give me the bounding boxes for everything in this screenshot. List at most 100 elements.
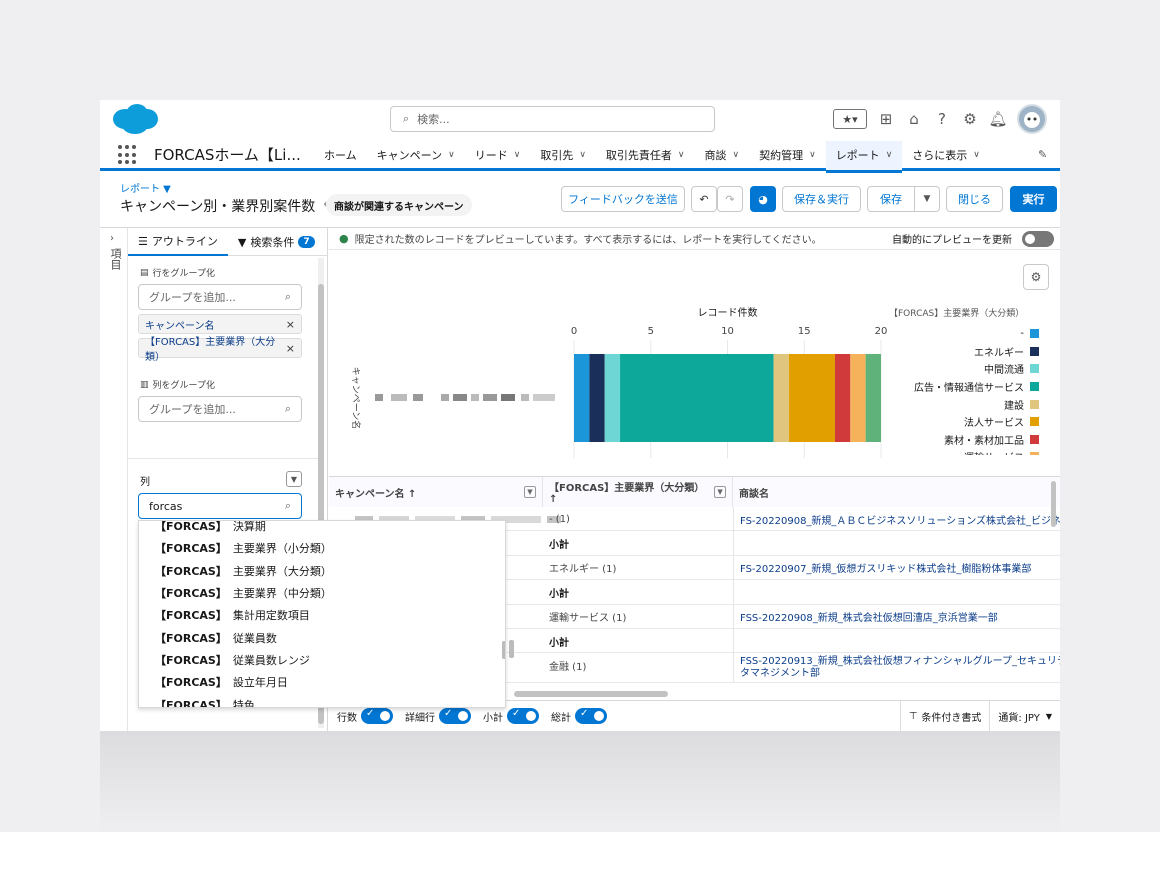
dropdown-option[interactable]: 【FORCAS】 主要業界（小分類）	[139, 537, 505, 559]
save-button[interactable]: 保存	[867, 186, 915, 212]
table-horizontal-scrollbar[interactable]	[514, 691, 668, 697]
columns-search-value: forcas	[149, 499, 183, 513]
dropdown-option[interactable]: 【FORCAS】 従業員数レンジ	[139, 649, 505, 671]
remove-x-icon[interactable]: ×	[286, 342, 295, 355]
grand-total-toggle[interactable]	[575, 708, 607, 724]
stacked-bar-chart: レコード件数 0 5 10 15 20 キャンペーン名	[350, 306, 887, 458]
legend-item[interactable]: 法人サービス	[889, 413, 1039, 431]
user-avatar[interactable]	[1017, 104, 1047, 134]
legend-item[interactable]: 中間流通	[889, 360, 1039, 378]
dropdown-option[interactable]: 【FORCAS】 特色	[139, 693, 505, 707]
redacted-category-label	[375, 394, 383, 401]
dropdown-option[interactable]: 【FORCAS】 主要業界（大分類）	[139, 560, 505, 582]
nav-item[interactable]: 取引先 ∨	[530, 139, 596, 171]
redacted-category-label	[413, 394, 423, 401]
deal-cell[interactable]: FSS-20220913_新規_株式会社仮想フィナンシャルグループ_セキュリテタ…	[733, 653, 1060, 684]
global-search-input[interactable]: ⌕ 検索...	[390, 106, 715, 132]
trailhead-icon[interactable]: ⌂	[905, 110, 923, 128]
table-scrollbar[interactable]	[1051, 481, 1056, 527]
industry-cell: 小計	[549, 539, 569, 551]
chevron-down-icon[interactable]: ∨	[678, 150, 685, 160]
nav-item[interactable]: 契約管理 ∨	[749, 139, 826, 171]
tab-outline[interactable]: ☰ アウトライン	[128, 228, 228, 256]
dropdown-option[interactable]: 【FORCAS】 決算期	[139, 521, 505, 537]
column-menu-icon[interactable]: ▼	[524, 486, 536, 498]
global-add-icon[interactable]: ⊞	[877, 110, 895, 128]
app-launcher-icon[interactable]	[118, 145, 138, 165]
save-menu-chevron-icon[interactable]: ▼	[914, 186, 940, 212]
dropdown-scrollbar[interactable]	[502, 641, 505, 659]
dropdown-option[interactable]: 【FORCAS】 主要業界（中分類）	[139, 582, 505, 604]
detail-rows-toggle[interactable]	[439, 708, 471, 724]
dropdown-option[interactable]: 【FORCAS】 従業員数	[139, 626, 505, 648]
remove-x-icon[interactable]: ×	[286, 318, 295, 331]
group-cols-input[interactable]: グループを追加... ⌕	[138, 396, 302, 422]
close-button[interactable]: 閉じる	[946, 186, 1003, 212]
dropdown-option[interactable]: 【FORCAS】 集計用定数項目	[139, 604, 505, 626]
chevron-down-icon[interactable]: ∨	[579, 150, 586, 160]
nav-item[interactable]: 商談 ∨	[695, 139, 750, 171]
chart-settings-gear-icon[interactable]: ⚙	[1023, 264, 1049, 290]
chart-toggle-icon[interactable]: ◕	[750, 186, 776, 212]
nav-item[interactable]: 取引先責任者 ∨	[596, 139, 695, 171]
legend-item[interactable]: 建設	[889, 395, 1039, 413]
nav-item-label: レポート	[835, 149, 880, 162]
deal-cell[interactable]: FS-20220907_新規_仮想ガスリキッド株式会社_樹脂粉体事業部	[733, 555, 1060, 580]
save-and-run-button[interactable]: 保存＆実行	[782, 186, 861, 212]
nav-item[interactable]: リード ∨	[465, 139, 531, 171]
currency-label: 通貨: JPY	[998, 712, 1040, 724]
chevron-down-icon[interactable]: ∨	[973, 150, 980, 160]
chevron-down-icon[interactable]: ∨	[886, 150, 893, 160]
option-name: 設立年月日	[232, 676, 288, 690]
dropdown-outer-scrollbar[interactable]	[509, 640, 514, 658]
legend-item[interactable]: -	[889, 325, 1039, 343]
help-icon[interactable]: ?	[933, 110, 951, 128]
option-prefix: 【FORCAS】	[155, 542, 227, 556]
column-menu-icon[interactable]: ▼	[714, 486, 726, 498]
favorites-star-icon[interactable]: ★▾	[833, 109, 867, 129]
legend-item[interactable]: 広告・情報通信サービス	[889, 378, 1039, 396]
notifications-bell-icon[interactable]: 🔔︎	[988, 110, 1007, 128]
row-group-pill[interactable]: 【FORCAS】主要業界（大分類） ×	[138, 337, 302, 363]
nav-item[interactable]: さらに表示 ∨	[902, 139, 990, 171]
setup-gear-icon[interactable]: ⚙	[961, 110, 979, 128]
nav-item[interactable]: キャンペーン ∨	[367, 139, 465, 171]
fields-vertical-tab[interactable]: › 項目	[100, 228, 128, 731]
nav-item[interactable]: レポート ∨	[825, 140, 903, 173]
salesforce-logo-icon[interactable]	[111, 102, 159, 136]
deal-cell[interactable]: FS-20220908_新規_ＡＢＣビジネスソリューションズ株式会社_ビジネ	[733, 507, 1060, 531]
group-rows-input[interactable]: グループを追加... ⌕	[138, 284, 302, 310]
redo-icon[interactable]: ↷	[717, 186, 743, 212]
dropdown-option[interactable]: 【FORCAS】 設立年月日	[139, 671, 505, 693]
expand-chevron-icon[interactable]: ›	[110, 233, 114, 244]
row-counts-toggle[interactable]	[361, 708, 393, 724]
footer-toggle-label: 詳細行	[405, 712, 435, 724]
column-header-campaign[interactable]: キャンペーン名 ↑ ▼	[329, 477, 543, 507]
search-icon: ⌕	[284, 402, 291, 415]
run-button[interactable]: 実行	[1010, 186, 1057, 212]
chevron-down-icon[interactable]: ∨	[809, 150, 816, 160]
nav-item[interactable]: ホーム	[314, 139, 367, 171]
edit-nav-pencil-icon[interactable]: ✎	[1038, 148, 1047, 161]
feedback-button[interactable]: フィードバックを送信	[561, 186, 685, 212]
undo-icon[interactable]: ↶	[691, 186, 717, 212]
columns-search-input[interactable]: forcas ⌕	[138, 493, 302, 519]
row-group-pill[interactable]: キャンペーン名 ×	[138, 314, 302, 334]
column-header-industry[interactable]: 【FORCAS】主要業界（大分類） ↑ ▼	[543, 477, 733, 507]
breadcrumb[interactable]: レポート ▼	[120, 180, 171, 195]
conditional-format-button[interactable]: ⊤ 条件付き書式	[899, 700, 991, 731]
tab-filters[interactable]: ▼ 検索条件 7	[228, 228, 325, 256]
legend-label: 建設	[1004, 400, 1024, 412]
auto-refresh-toggle[interactable]	[1022, 230, 1054, 247]
subtotals-toggle[interactable]	[507, 708, 539, 724]
columns-menu-chevron-icon[interactable]: ▼	[286, 471, 302, 487]
column-header-deal[interactable]: 商談名	[733, 477, 1060, 507]
legend-item[interactable]: エネルギー	[889, 343, 1039, 361]
currency-selector[interactable]: 通貨: JPY ▼	[990, 709, 1060, 724]
deal-cell[interactable]: FSS-20220908_新規_株式会社仮想回漕店_京浜営業一部	[733, 604, 1060, 629]
chevron-down-icon[interactable]: ∨	[733, 150, 740, 160]
chevron-down-icon[interactable]: ∨	[514, 150, 521, 160]
legend-item[interactable]: 運輸サービス	[889, 448, 1039, 455]
legend-item[interactable]: 素材・素材加工品	[889, 431, 1039, 449]
chevron-down-icon[interactable]: ∨	[448, 150, 455, 160]
